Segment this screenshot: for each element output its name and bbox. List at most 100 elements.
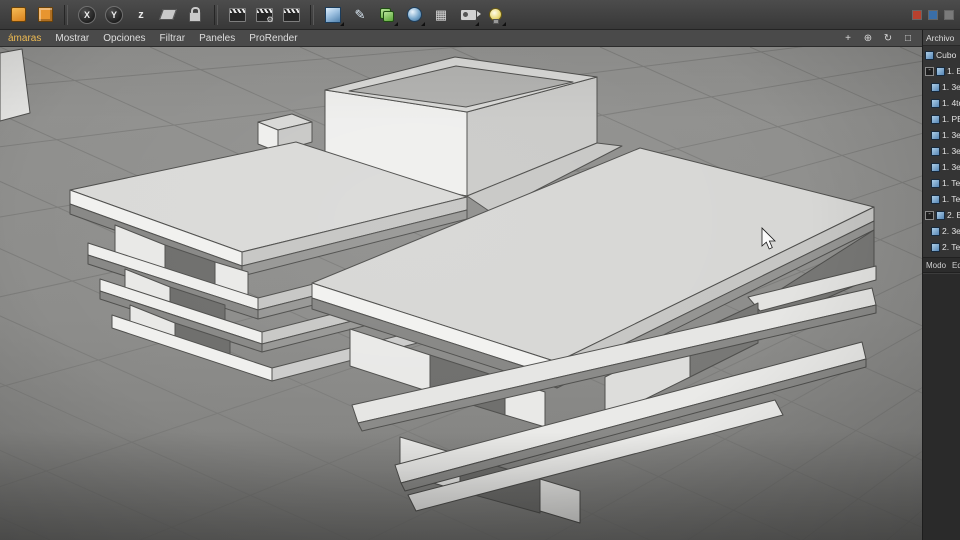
cinema4d-window: X Y z ⚙ ✎ ▦ ámaras Mostrar Opciones Filt… — [0, 0, 960, 540]
material-manager-button[interactable] — [6, 3, 30, 27]
tree-item-label: 1. Techo — [942, 178, 960, 188]
tree-item-label: 1. 3er piso — [942, 162, 960, 172]
toolbar-separator — [214, 5, 218, 25]
workplane-icon — [159, 9, 177, 20]
axis-y-lock-button[interactable]: Y — [102, 3, 126, 27]
tree-item-edificio-2[interactable]: - 2. Edificio — [923, 207, 960, 223]
menu-camaras[interactable]: ámaras — [8, 33, 41, 44]
object-icon — [931, 227, 940, 236]
array-tool-button[interactable]: ▦ — [429, 3, 453, 27]
material-icon — [11, 7, 26, 22]
menu-mostrar[interactable]: Mostrar — [55, 33, 89, 44]
expander-icon[interactable]: - — [925, 67, 934, 76]
zoom-view-icon[interactable]: ⊕ — [862, 33, 874, 44]
coordinates-lock-button[interactable] — [183, 3, 207, 27]
object-icon — [931, 195, 940, 204]
tree-item-label: 1. 4to piso — [942, 98, 960, 108]
panel-mini-icon[interactable] — [928, 10, 938, 20]
object-icon — [936, 67, 945, 76]
attribute-panel — [923, 273, 960, 540]
tree-item-label: 1. Edificio — [947, 66, 960, 76]
panel-mini-icon[interactable] — [944, 10, 954, 20]
tree-item-label: 1. 3er piso — [942, 82, 960, 92]
render-clapper-icon — [229, 8, 246, 22]
render-settings-button[interactable]: ⚙ — [252, 3, 276, 27]
viewport-3d[interactable] — [0, 47, 922, 540]
lock-icon — [189, 12, 201, 22]
object-icon — [925, 51, 934, 60]
maximize-view-icon[interactable]: □ — [902, 33, 914, 44]
render-view-button[interactable] — [225, 3, 249, 27]
viewport-nav-controls: + ⊕ ↻ □ — [842, 33, 914, 44]
tree-item-label: 1. PB — [942, 114, 960, 124]
tree-item[interactable]: 1. PB — [923, 111, 960, 127]
render-clapper-icon: ⚙ — [256, 8, 273, 22]
object-icon — [931, 83, 940, 92]
camera-button[interactable] — [456, 3, 480, 27]
rotate-view-icon[interactable]: ↻ — [882, 33, 894, 44]
object-icon — [931, 115, 940, 124]
expander-icon[interactable]: - — [925, 211, 934, 220]
axis-z-icon: z — [138, 9, 144, 21]
tree-item-label: Cubo — [936, 50, 956, 60]
mode-bar[interactable]: Modo Editar — [923, 257, 960, 273]
tree-item-label: 2. Edificio — [947, 210, 960, 220]
menu-paneles[interactable]: Paneles — [199, 33, 235, 44]
render-queue-button[interactable] — [279, 3, 303, 27]
object-icon — [931, 243, 940, 252]
camera-icon — [460, 9, 477, 21]
workplane-button[interactable] — [156, 3, 180, 27]
tree-item[interactable]: 1. 3er piso — [923, 143, 960, 159]
panel-mini-icon[interactable] — [912, 10, 922, 20]
generators-button[interactable] — [375, 3, 399, 27]
spline-pen-button[interactable]: ✎ — [348, 3, 372, 27]
tree-item[interactable]: 1. Techo — [923, 175, 960, 191]
generator-icon — [380, 8, 394, 22]
tree-item-edificio-1[interactable]: - 1. Edificio — [923, 63, 960, 79]
viewport-canvas[interactable] — [0, 47, 922, 540]
cube-tool-button[interactable] — [33, 3, 57, 27]
blue-cube-icon — [325, 7, 341, 23]
tree-item[interactable]: 2. Techo 2 — [923, 239, 960, 255]
axis-x-icon: X — [78, 6, 96, 24]
object-manager-panel: Archivo Cubo - 1. Edificio 1. 3er piso 1.… — [922, 30, 960, 540]
grid-array-icon: ▦ — [435, 8, 447, 21]
toolbar-separator — [310, 5, 314, 25]
object-icon — [931, 179, 940, 188]
axis-z-lock-button[interactable]: z — [129, 3, 153, 27]
light-bulb-icon — [489, 8, 502, 21]
light-button[interactable] — [483, 3, 507, 27]
tree-item[interactable]: 2. 3er piso — [923, 223, 960, 239]
tree-item-label: 2. 3er piso — [942, 226, 960, 236]
tree-item[interactable]: 1. Techo 2 — [923, 191, 960, 207]
tree-item[interactable]: 1. 4to piso — [923, 95, 960, 111]
tree-item[interactable]: 1. 3er piso — [923, 127, 960, 143]
tree-item-label: 1. Techo 2 — [942, 194, 960, 204]
viewport-menubar: ámaras Mostrar Opciones Filtrar Paneles … — [0, 30, 922, 47]
toolbar-separator — [64, 5, 68, 25]
object-tree: Cubo - 1. Edificio 1. 3er piso 1. 4to pis… — [923, 46, 960, 255]
cube-primitive-button[interactable] — [321, 3, 345, 27]
object-icon — [931, 99, 940, 108]
pen-icon: ✎ — [355, 8, 366, 21]
menu-prorender[interactable]: ProRender — [249, 33, 297, 44]
simulation-button[interactable] — [402, 3, 426, 27]
pan-view-icon[interactable]: + — [842, 33, 854, 44]
sphere-icon — [407, 7, 422, 22]
axis-y-icon: Y — [105, 6, 123, 24]
menu-opciones[interactable]: Opciones — [103, 33, 145, 44]
object-icon — [931, 131, 940, 140]
tree-item[interactable]: 1. 3er piso — [923, 159, 960, 175]
tree-item-cubo[interactable]: Cubo — [923, 47, 960, 63]
object-icon — [931, 163, 940, 172]
menu-filtrar[interactable]: Filtrar — [160, 33, 186, 44]
tree-item[interactable]: 1. 3er piso — [923, 79, 960, 95]
orange-cube-icon — [38, 7, 53, 22]
mode-label: Modo — [926, 261, 946, 270]
axis-x-lock-button[interactable]: X — [75, 3, 99, 27]
tree-item-label: 1. 3er piso — [942, 146, 960, 156]
render-clapper-icon — [283, 8, 300, 22]
panel-menu-archivo[interactable]: Archivo — [923, 30, 960, 46]
object-icon — [931, 147, 940, 156]
main-toolbar: X Y z ⚙ ✎ ▦ — [0, 0, 960, 30]
